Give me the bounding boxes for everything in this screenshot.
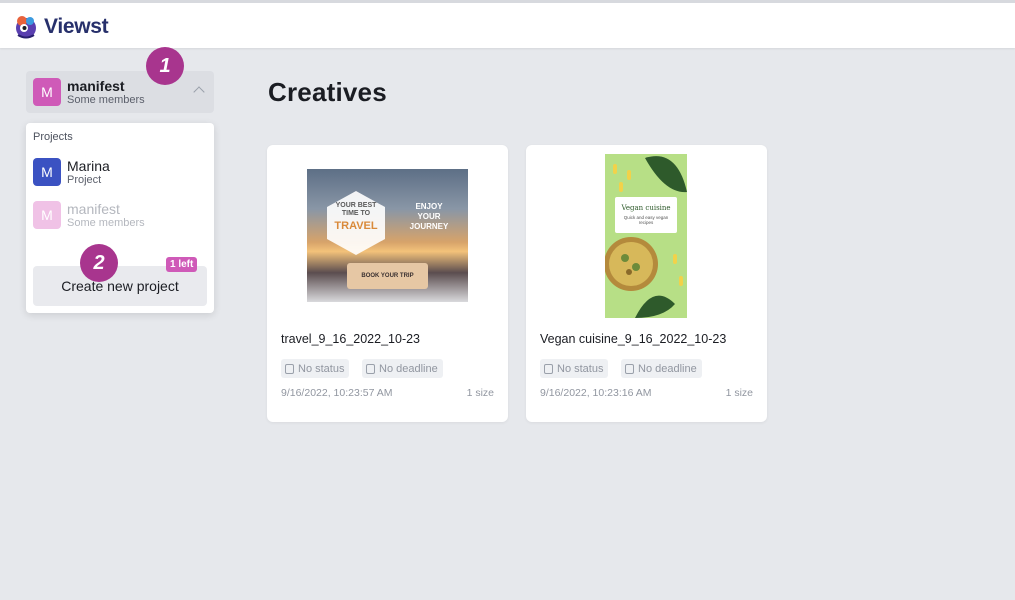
dropdown-title: Projects: [33, 131, 73, 143]
project-avatar: M: [33, 158, 61, 187]
thumb-text-enjoy2: YOUR: [417, 212, 441, 221]
thumb-text-line3: TRAVEL: [334, 220, 378, 232]
project-subtitle: Some members: [67, 217, 145, 230]
project-name: manifest: [67, 201, 120, 217]
status-label: No status: [298, 362, 345, 375]
vegan-decoration-icon: [605, 156, 687, 318]
vegan-title-card: Vegan cuisine Quick and easy vegan recip…: [615, 197, 677, 233]
creative-card-vegan[interactable]: Vegan cuisine Quick and easy vegan recip…: [526, 145, 767, 422]
creative-thumbnail-vegan[interactable]: Vegan cuisine Quick and easy vegan recip…: [605, 154, 687, 318]
thumb-book-button: BOOK YOUR TRIP: [347, 263, 428, 289]
creative-date: 9/16/2022, 10:23:57 AM: [281, 387, 393, 399]
page-title: Creatives: [268, 77, 387, 107]
project-item-manifest[interactable]: M manifest Some members: [33, 201, 145, 230]
deadline-tag[interactable]: No deadline: [362, 359, 443, 378]
viewst-logo-icon: [16, 16, 36, 39]
thumb-text-line2: TIME TO: [341, 210, 371, 217]
deadline-tag[interactable]: No deadline: [621, 359, 702, 378]
thumb-text-enjoy1: ENJOY: [415, 202, 443, 211]
project-avatar: M: [33, 201, 61, 230]
project-item-marina[interactable]: M Marina Project: [33, 158, 110, 187]
creative-name[interactable]: travel_9_16_2022_10-23: [281, 332, 420, 346]
clipboard-icon: [285, 363, 294, 374]
status-label: No status: [557, 362, 604, 375]
app-name: Viewst: [44, 15, 109, 38]
deadline-label: No deadline: [638, 362, 697, 375]
status-tag[interactable]: No status: [281, 359, 350, 378]
vegan-title: Vegan cuisine: [621, 204, 671, 212]
calendar-icon: [366, 363, 375, 374]
creative-card-travel[interactable]: YOUR BEST TIME TO TRAVEL ENJOY YOUR JOUR…: [267, 145, 508, 422]
creative-name[interactable]: Vegan cuisine_9_16_2022_10-23: [540, 332, 726, 346]
creative-date: 9/16/2022, 10:23:16 AM: [540, 387, 652, 399]
thumb-text-line1: YOUR BEST: [335, 202, 377, 209]
status-tag[interactable]: No status: [540, 359, 609, 378]
team-name: manifest: [67, 77, 125, 94]
step-badge-1: 1: [146, 47, 184, 85]
create-new-project-button[interactable]: Create new project: [33, 266, 207, 306]
creative-size: 1 size: [466, 387, 494, 399]
step-badge-2: 2: [80, 244, 118, 282]
projects-dropdown: Projects M Marina Project M manifest Som…: [26, 123, 214, 313]
team-subtitle: Some members: [67, 93, 145, 106]
creative-size: 1 size: [725, 387, 753, 399]
creative-thumbnail-travel[interactable]: YOUR BEST TIME TO TRAVEL ENJOY YOUR JOUR…: [307, 169, 468, 302]
vegan-subtitle: Quick and easy vegan recipes: [623, 215, 669, 225]
project-subtitle: Project: [67, 174, 102, 187]
calendar-icon: [625, 363, 634, 374]
top-bar: Viewst: [0, 0, 1015, 48]
team-switcher[interactable]: M manifest Some members: [26, 71, 214, 113]
clipboard-icon: [544, 363, 553, 374]
projects-left-badge: 1 left: [166, 257, 198, 272]
thumb-text-enjoy3: JOURNEY: [409, 222, 449, 231]
chevron-up-icon[interactable]: [193, 86, 205, 98]
project-name: Marina: [67, 158, 110, 174]
app-logo[interactable]: Viewst: [12, 13, 109, 41]
deadline-label: No deadline: [379, 362, 438, 375]
team-avatar: M: [33, 78, 61, 106]
